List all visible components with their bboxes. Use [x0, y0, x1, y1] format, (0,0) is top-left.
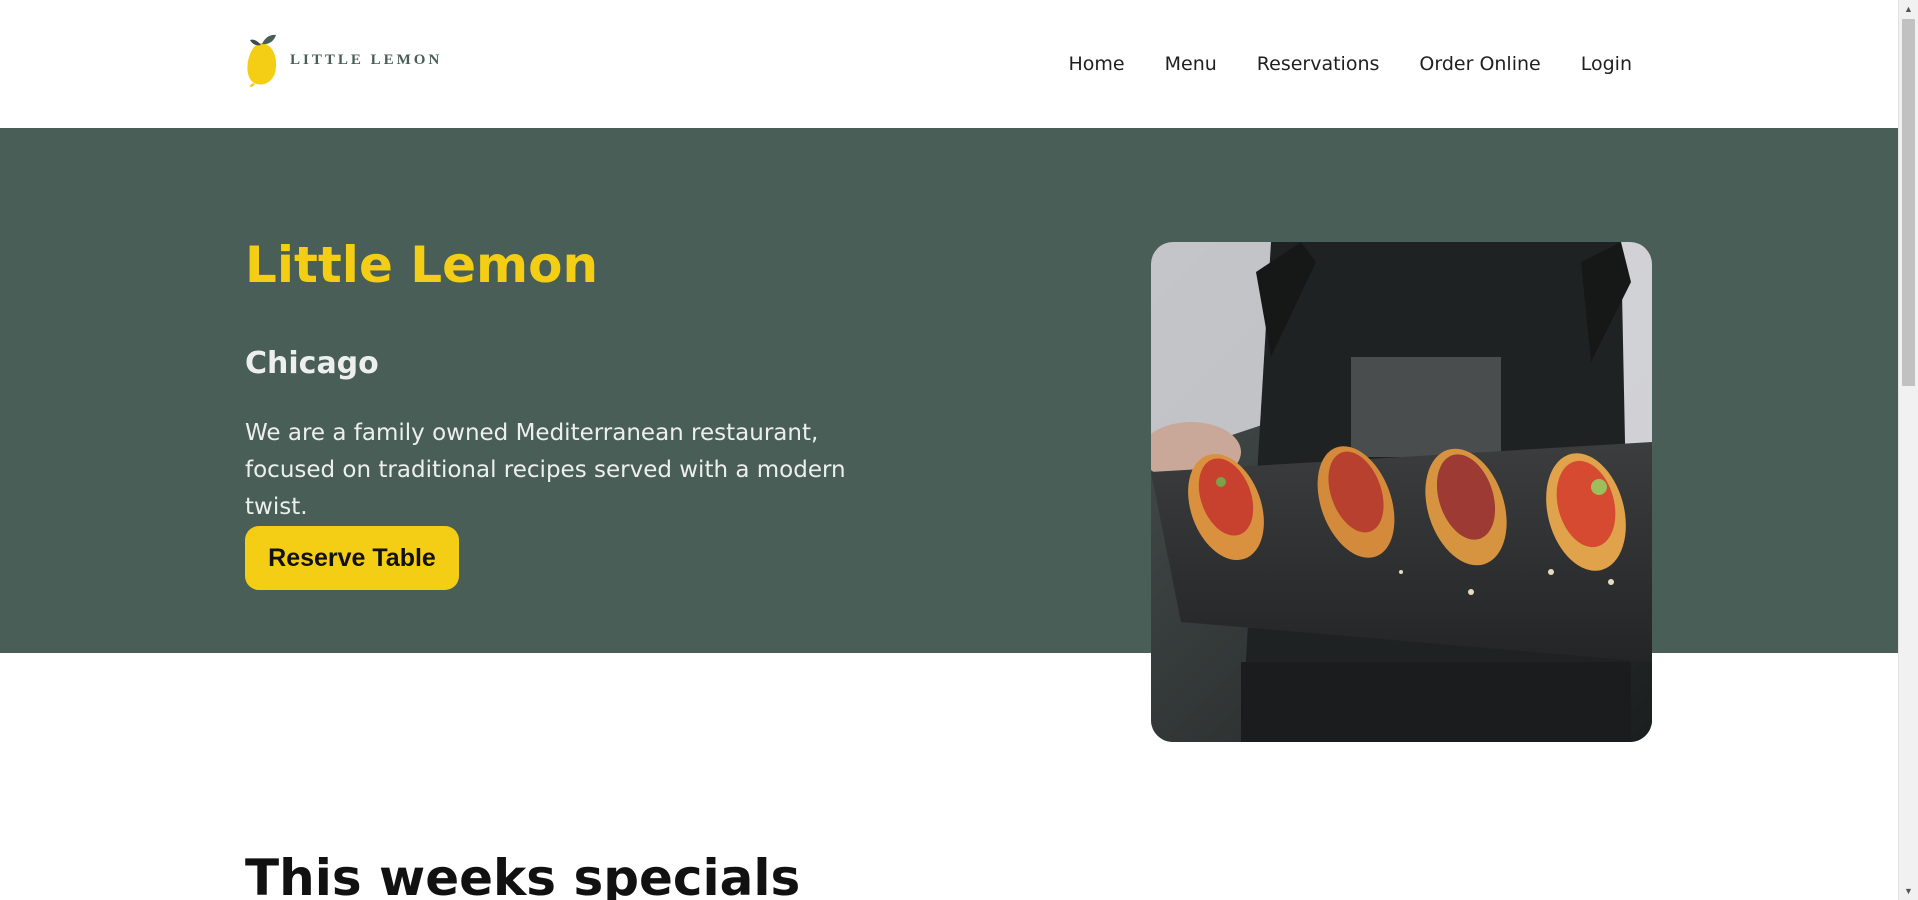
hero-description: We are a family owned Mediterranean rest… — [245, 420, 846, 520]
logo[interactable]: LITTLE LEMON — [245, 33, 442, 87]
lemon-logo-icon — [247, 34, 277, 87]
nav-home[interactable]: Home — [1069, 51, 1125, 77]
food-photo-icon — [1151, 242, 1652, 742]
site-header: LITTLE LEMON Home Menu Reservations Orde… — [0, 0, 1898, 128]
page-scrollbar[interactable]: ▲ ▼ — [1898, 0, 1918, 900]
logo-text: LITTLE LEMON — [290, 51, 443, 68]
triangle-down-icon[interactable]: ▼ — [1899, 882, 1918, 900]
nav-menu[interactable]: Menu — [1165, 51, 1217, 77]
hero-title: Little Lemon — [245, 236, 599, 294]
triangle-up-icon[interactable]: ▲ — [1899, 0, 1918, 18]
reserve-table-button[interactable]: Reserve Table — [245, 526, 459, 590]
specials-title: This weeks specials — [245, 849, 801, 900]
hero-food-image — [1151, 242, 1652, 742]
nav-login[interactable]: Login — [1581, 51, 1632, 77]
page: LITTLE LEMON Home Menu Reservations Orde… — [0, 0, 1898, 900]
scrollbar-thumb[interactable] — [1902, 19, 1915, 386]
hero-subtitle: Chicago — [245, 346, 379, 381]
nav-reservations[interactable]: Reservations — [1257, 51, 1380, 77]
main-nav: Home Menu Reservations Order Online Logi… — [1069, 51, 1633, 77]
nav-order-online[interactable]: Order Online — [1419, 51, 1540, 77]
